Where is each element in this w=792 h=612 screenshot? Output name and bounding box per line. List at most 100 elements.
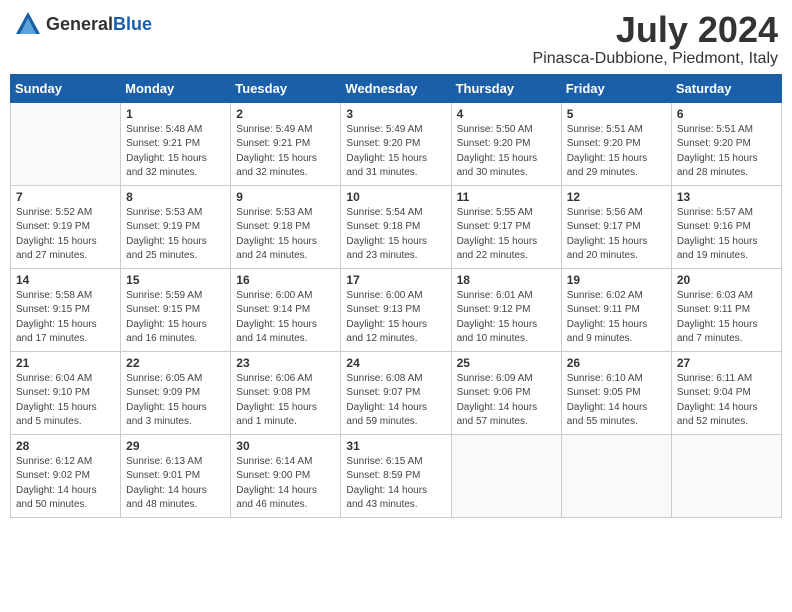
calendar-cell: 23 Sunrise: 6:06 AM Sunset: 9:08 PM Dayli… (231, 351, 341, 434)
day-number: 25 (457, 356, 556, 370)
day-info: Sunrise: 6:14 AM Sunset: 9:00 PM Dayligh… (236, 455, 335, 513)
day-number: 24 (346, 356, 445, 370)
day-number: 22 (126, 356, 225, 370)
calendar-cell: 19 Sunrise: 6:02 AM Sunset: 9:11 PM Dayli… (561, 268, 671, 351)
day-number: 3 (346, 107, 445, 121)
day-info: Sunrise: 6:10 AM Sunset: 9:05 PM Dayligh… (567, 372, 666, 430)
day-number: 30 (236, 439, 335, 453)
calendar-cell: 30 Sunrise: 6:14 AM Sunset: 9:00 PM Dayli… (231, 434, 341, 517)
day-number: 17 (346, 273, 445, 287)
day-number: 11 (457, 190, 556, 204)
day-number: 7 (16, 190, 115, 204)
day-number: 12 (567, 190, 666, 204)
calendar-week-row: 14 Sunrise: 5:58 AM Sunset: 9:15 PM Dayli… (11, 268, 782, 351)
calendar-cell: 6Sunrise: 5:51 AM Sunset: 9:20 PM Daylig… (671, 102, 781, 185)
day-number: 16 (236, 273, 335, 287)
col-thursday: Thursday (451, 74, 561, 102)
day-info: Sunrise: 5:51 AM Sunset: 9:20 PM Dayligh… (677, 123, 776, 181)
calendar-cell: 16 Sunrise: 6:00 AM Sunset: 9:14 PM Dayli… (231, 268, 341, 351)
day-info: Sunrise: 5:52 AM Sunset: 9:19 PM Dayligh… (16, 206, 115, 264)
calendar-week-row: 21Sunrise: 6:04 AM Sunset: 9:10 PM Dayli… (11, 351, 782, 434)
calendar-cell: 3 Sunrise: 5:49 AM Sunset: 9:20 PM Daylig… (341, 102, 451, 185)
calendar-cell: 17Sunrise: 6:00 AM Sunset: 9:13 PM Dayli… (341, 268, 451, 351)
day-info: Sunrise: 5:55 AM Sunset: 9:17 PM Dayligh… (457, 206, 556, 264)
calendar-cell: 27 Sunrise: 6:11 AM Sunset: 9:04 PM Dayli… (671, 351, 781, 434)
day-number: 28 (16, 439, 115, 453)
calendar-cell: 13 Sunrise: 5:57 AM Sunset: 9:16 PM Dayli… (671, 185, 781, 268)
calendar-cell: 9 Sunrise: 5:53 AM Sunset: 9:18 PM Daylig… (231, 185, 341, 268)
day-info: Sunrise: 5:51 AM Sunset: 9:20 PM Dayligh… (567, 123, 666, 181)
day-number: 23 (236, 356, 335, 370)
calendar-cell: 12 Sunrise: 5:56 AM Sunset: 9:17 PM Dayli… (561, 185, 671, 268)
calendar-table: Sunday Monday Tuesday Wednesday Thursday… (10, 74, 782, 518)
day-info: Sunrise: 6:08 AM Sunset: 9:07 PM Dayligh… (346, 372, 445, 430)
day-info: Sunrise: 6:09 AM Sunset: 9:06 PM Dayligh… (457, 372, 556, 430)
day-info: Sunrise: 5:59 AM Sunset: 9:15 PM Dayligh… (126, 289, 225, 347)
calendar-cell: 8Sunrise: 5:53 AM Sunset: 9:19 PM Daylig… (121, 185, 231, 268)
calendar-cell (561, 434, 671, 517)
day-info: Sunrise: 5:49 AM Sunset: 9:20 PM Dayligh… (346, 123, 445, 181)
calendar-cell: 5 Sunrise: 5:51 AM Sunset: 9:20 PM Daylig… (561, 102, 671, 185)
day-number: 13 (677, 190, 776, 204)
calendar-cell: 21Sunrise: 6:04 AM Sunset: 9:10 PM Dayli… (11, 351, 121, 434)
day-info: Sunrise: 5:48 AM Sunset: 9:21 PM Dayligh… (126, 123, 225, 181)
day-number: 2 (236, 107, 335, 121)
day-number: 1 (126, 107, 225, 121)
calendar-cell: 4 Sunrise: 5:50 AM Sunset: 9:20 PM Daylig… (451, 102, 561, 185)
calendar-cell: 1 Sunrise: 5:48 AM Sunset: 9:21 PM Daylig… (121, 102, 231, 185)
day-number: 18 (457, 273, 556, 287)
day-info: Sunrise: 6:03 AM Sunset: 9:11 PM Dayligh… (677, 289, 776, 347)
calendar-cell: 11 Sunrise: 5:55 AM Sunset: 9:17 PM Dayli… (451, 185, 561, 268)
month-title: July 2024 (533, 10, 778, 50)
day-info: Sunrise: 6:02 AM Sunset: 9:11 PM Dayligh… (567, 289, 666, 347)
logo: GeneralBlue (14, 10, 152, 38)
calendar-cell: 18Sunrise: 6:01 AM Sunset: 9:12 PM Dayli… (451, 268, 561, 351)
col-monday: Monday (121, 74, 231, 102)
day-number: 19 (567, 273, 666, 287)
day-info: Sunrise: 5:53 AM Sunset: 9:19 PM Dayligh… (126, 206, 225, 264)
calendar-cell: 15Sunrise: 5:59 AM Sunset: 9:15 PM Dayli… (121, 268, 231, 351)
day-info: Sunrise: 5:53 AM Sunset: 9:18 PM Dayligh… (236, 206, 335, 264)
calendar-cell: 25 Sunrise: 6:09 AM Sunset: 9:06 PM Dayli… (451, 351, 561, 434)
day-number: 5 (567, 107, 666, 121)
location-title: Pinasca-Dubbione, Piedmont, Italy (533, 50, 778, 68)
day-number: 27 (677, 356, 776, 370)
day-number: 20 (677, 273, 776, 287)
day-number: 9 (236, 190, 335, 204)
calendar-cell (11, 102, 121, 185)
day-number: 26 (567, 356, 666, 370)
day-info: Sunrise: 5:56 AM Sunset: 9:17 PM Dayligh… (567, 206, 666, 264)
calendar-week-row: 28 Sunrise: 6:12 AM Sunset: 9:02 PM Dayli… (11, 434, 782, 517)
page-header: GeneralBlue July 2024 Pinasca-Dubbione, … (10, 10, 782, 68)
day-info: Sunrise: 6:12 AM Sunset: 9:02 PM Dayligh… (16, 455, 115, 513)
calendar-cell: 7 Sunrise: 5:52 AM Sunset: 9:19 PM Daylig… (11, 185, 121, 268)
day-info: Sunrise: 6:15 AM Sunset: 8:59 PM Dayligh… (346, 455, 445, 513)
calendar-cell: 2 Sunrise: 5:49 AM Sunset: 9:21 PM Daylig… (231, 102, 341, 185)
day-number: 29 (126, 439, 225, 453)
day-number: 4 (457, 107, 556, 121)
day-info: Sunrise: 6:11 AM Sunset: 9:04 PM Dayligh… (677, 372, 776, 430)
day-info: Sunrise: 5:58 AM Sunset: 9:15 PM Dayligh… (16, 289, 115, 347)
calendar-header-row: Sunday Monday Tuesday Wednesday Thursday… (11, 74, 782, 102)
day-info: Sunrise: 6:00 AM Sunset: 9:14 PM Dayligh… (236, 289, 335, 347)
logo-icon (14, 10, 42, 38)
day-info: Sunrise: 6:13 AM Sunset: 9:01 PM Dayligh… (126, 455, 225, 513)
day-info: Sunrise: 6:04 AM Sunset: 9:10 PM Dayligh… (16, 372, 115, 430)
day-info: Sunrise: 5:57 AM Sunset: 9:16 PM Dayligh… (677, 206, 776, 264)
logo-text: GeneralBlue (46, 14, 152, 35)
calendar-cell: 31Sunrise: 6:15 AM Sunset: 8:59 PM Dayli… (341, 434, 451, 517)
day-info: Sunrise: 5:49 AM Sunset: 9:21 PM Dayligh… (236, 123, 335, 181)
col-friday: Friday (561, 74, 671, 102)
col-tuesday: Tuesday (231, 74, 341, 102)
calendar-cell: 28 Sunrise: 6:12 AM Sunset: 9:02 PM Dayli… (11, 434, 121, 517)
calendar-cell: 26 Sunrise: 6:10 AM Sunset: 9:05 PM Dayli… (561, 351, 671, 434)
title-block: July 2024 Pinasca-Dubbione, Piedmont, It… (533, 10, 778, 68)
col-wednesday: Wednesday (341, 74, 451, 102)
col-sunday: Sunday (11, 74, 121, 102)
day-info: Sunrise: 6:05 AM Sunset: 9:09 PM Dayligh… (126, 372, 225, 430)
day-info: Sunrise: 5:50 AM Sunset: 9:20 PM Dayligh… (457, 123, 556, 181)
day-number: 14 (16, 273, 115, 287)
calendar-cell: 10Sunrise: 5:54 AM Sunset: 9:18 PM Dayli… (341, 185, 451, 268)
day-number: 10 (346, 190, 445, 204)
day-info: Sunrise: 6:06 AM Sunset: 9:08 PM Dayligh… (236, 372, 335, 430)
